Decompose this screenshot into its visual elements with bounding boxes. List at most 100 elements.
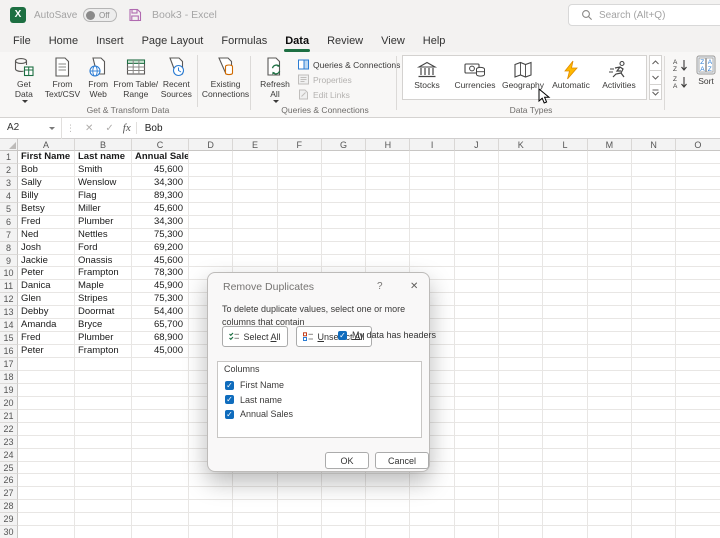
cell-M20[interactable]: [587, 396, 632, 410]
cell-K15[interactable]: [499, 332, 544, 346]
refresh-all-button[interactable]: Refresh All: [256, 52, 294, 104]
cell-L24[interactable]: [543, 448, 588, 462]
cell-D7[interactable]: [189, 228, 234, 242]
cell-L29[interactable]: [543, 513, 588, 527]
row-header-10[interactable]: 10: [0, 267, 18, 281]
col-header-H[interactable]: H: [366, 139, 411, 151]
cell-O19[interactable]: [676, 383, 720, 397]
cell-C2[interactable]: 45,600: [132, 163, 189, 177]
cell-B16[interactable]: Frampton: [75, 345, 132, 358]
cell-I4[interactable]: [410, 189, 455, 203]
cell-J2[interactable]: [454, 163, 500, 177]
cell-A24[interactable]: [18, 448, 75, 462]
cell-M3[interactable]: [587, 176, 632, 190]
queries-connections-button[interactable]: Queries & Connections: [298, 57, 400, 72]
cell-A13[interactable]: Debby: [18, 306, 75, 320]
cell-G2[interactable]: [321, 163, 367, 177]
cell-J26[interactable]: [454, 474, 500, 488]
cell-A30[interactable]: [18, 526, 75, 538]
col-header-N[interactable]: N: [631, 139, 677, 151]
cell-K7[interactable]: [499, 228, 544, 242]
cell-C29[interactable]: [132, 513, 189, 527]
cell-O2[interactable]: [676, 163, 720, 177]
cell-E27[interactable]: [233, 487, 278, 501]
cell-O8[interactable]: [676, 241, 720, 255]
row-header-21[interactable]: 21: [0, 409, 18, 423]
cell-E2[interactable]: [233, 163, 278, 177]
row-header-29[interactable]: 29: [0, 513, 18, 527]
cell-I28[interactable]: [410, 500, 455, 514]
cell-O25[interactable]: [676, 461, 720, 475]
cell-J16[interactable]: [454, 345, 500, 358]
col-header-J[interactable]: J: [454, 139, 500, 151]
cell-F29[interactable]: [277, 513, 322, 527]
cell-F27[interactable]: [277, 487, 322, 501]
cell-B24[interactable]: [75, 448, 132, 462]
cell-M11[interactable]: [587, 280, 632, 294]
cell-C28[interactable]: [132, 500, 189, 514]
cell-C23[interactable]: [132, 435, 189, 449]
cell-O1[interactable]: [676, 151, 720, 164]
cell-K2[interactable]: [499, 163, 544, 177]
cell-E28[interactable]: [233, 500, 278, 514]
cell-A16[interactable]: Peter: [18, 345, 75, 358]
cell-C26[interactable]: [132, 474, 189, 488]
row-header-4[interactable]: 4: [0, 189, 18, 203]
tab-help[interactable]: Help: [414, 30, 455, 52]
close-icon[interactable]: ✕: [410, 281, 418, 292]
cell-K6[interactable]: [499, 215, 544, 229]
cell-B7[interactable]: Nettles: [75, 228, 132, 242]
cell-B27[interactable]: [75, 487, 132, 501]
cell-H7[interactable]: [366, 228, 411, 242]
cell-L8[interactable]: [543, 241, 588, 255]
cell-L25[interactable]: [543, 461, 588, 475]
cell-I8[interactable]: [410, 241, 455, 255]
cell-B8[interactable]: Ford: [75, 241, 132, 255]
tab-insert[interactable]: Insert: [87, 30, 133, 52]
stocks-button[interactable]: Stocks: [403, 56, 451, 99]
cell-N15[interactable]: [631, 332, 677, 346]
row-header-15[interactable]: 15: [0, 332, 18, 346]
cell-H2[interactable]: [366, 163, 411, 177]
cell-G8[interactable]: [321, 241, 367, 255]
cell-N22[interactable]: [631, 422, 677, 436]
cell-K12[interactable]: [499, 293, 544, 307]
cell-H27[interactable]: [366, 487, 411, 501]
cell-D30[interactable]: [189, 526, 234, 538]
cell-B3[interactable]: Wenslow: [75, 176, 132, 190]
row-header-1[interactable]: 1: [0, 151, 18, 164]
cell-M13[interactable]: [587, 306, 632, 320]
cell-K1[interactable]: [499, 151, 544, 164]
cell-A21[interactable]: [18, 409, 75, 423]
cell-M4[interactable]: [587, 189, 632, 203]
cell-B18[interactable]: [75, 370, 132, 384]
cell-M12[interactable]: [587, 293, 632, 307]
cell-M5[interactable]: [587, 202, 632, 216]
cell-L11[interactable]: [543, 280, 588, 294]
cell-A26[interactable]: [18, 474, 75, 488]
cell-N21[interactable]: [631, 409, 677, 423]
cell-C16[interactable]: 45,000: [132, 345, 189, 358]
col-header-G[interactable]: G: [321, 139, 367, 151]
cell-M2[interactable]: [587, 163, 632, 177]
cell-O18[interactable]: [676, 370, 720, 384]
cell-N5[interactable]: [631, 202, 677, 216]
cell-M25[interactable]: [587, 461, 632, 475]
cell-K27[interactable]: [499, 487, 544, 501]
checked-checkbox-icon[interactable]: [225, 395, 234, 405]
cell-G9[interactable]: [321, 254, 367, 268]
col-header-F[interactable]: F: [277, 139, 322, 151]
cell-I7[interactable]: [410, 228, 455, 242]
save-icon[interactable]: [128, 8, 142, 22]
cell-G26[interactable]: [321, 474, 367, 488]
cell-H4[interactable]: [366, 189, 411, 203]
cell-I6[interactable]: [410, 215, 455, 229]
cell-H6[interactable]: [366, 215, 411, 229]
cell-F7[interactable]: [277, 228, 322, 242]
cell-O30[interactable]: [676, 526, 720, 538]
cell-O7[interactable]: [676, 228, 720, 242]
cell-A28[interactable]: [18, 500, 75, 514]
cell-C11[interactable]: 45,900: [132, 280, 189, 294]
cell-O17[interactable]: [676, 358, 720, 371]
row-header-30[interactable]: 30: [0, 526, 18, 538]
